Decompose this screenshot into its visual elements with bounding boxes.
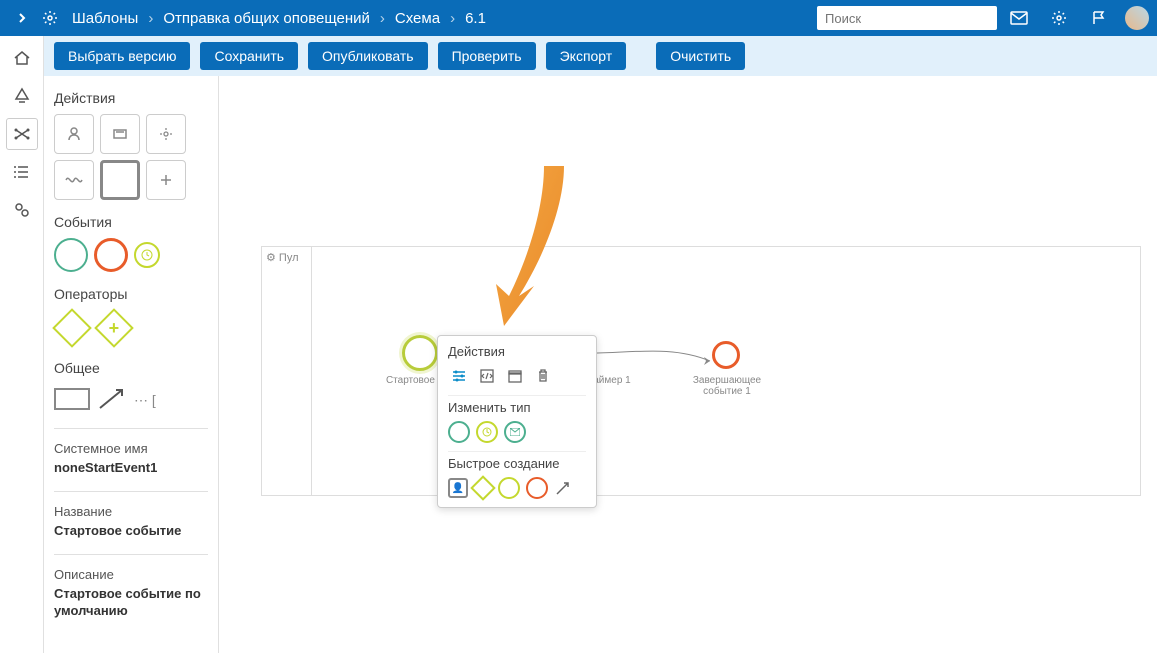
- property-desc-label: Описание: [54, 567, 208, 582]
- palette-actions-title: Действия: [54, 90, 208, 106]
- cm-delete-icon[interactable]: [532, 365, 554, 387]
- expand-sidebar-icon[interactable]: [8, 4, 36, 32]
- breadcrumb: Шаблоны › Отправка общих оповещений › Сх…: [72, 10, 817, 27]
- breadcrumb-process[interactable]: Отправка общих оповещений: [163, 10, 370, 27]
- flag-icon[interactable]: [1085, 4, 1113, 32]
- search-field[interactable]: [825, 11, 989, 26]
- clear-button[interactable]: Очистить: [656, 42, 745, 70]
- annotation-arrow: [474, 156, 594, 336]
- rail-schema-icon[interactable]: [6, 118, 38, 150]
- pool-container[interactable]: ⚙ Пул Стартовое соб аймер 1 Завершающее …: [261, 246, 1141, 496]
- user-avatar[interactable]: [1125, 6, 1149, 30]
- cm-changetype-title: Изменить тип: [448, 400, 586, 415]
- property-sysname-value: noneStartEvent1: [54, 460, 208, 477]
- cm-script-icon[interactable]: [476, 365, 498, 387]
- search-input[interactable]: [817, 6, 997, 30]
- check-button[interactable]: Проверить: [438, 42, 536, 70]
- pool-lane-header[interactable]: ⚙ Пул: [262, 247, 312, 495]
- chevron-right-icon: ›: [148, 10, 153, 27]
- cm-quickcreate-title: Быстрое создание: [448, 456, 586, 471]
- palette-general-title: Общее: [54, 360, 208, 376]
- property-name-label: Название: [54, 504, 208, 519]
- flow-shape[interactable]: [96, 386, 128, 412]
- rail-home-icon[interactable]: [6, 42, 38, 74]
- timer-event-shape[interactable]: [134, 242, 160, 268]
- rail-config-icon[interactable]: [6, 194, 38, 226]
- end-event-label: Завершающее событие 1: [677, 375, 777, 397]
- palette-events-title: События: [54, 214, 208, 230]
- script-task-shape[interactable]: [100, 114, 140, 154]
- pool-shape[interactable]: [54, 388, 90, 410]
- cm-properties-icon[interactable]: [448, 365, 470, 387]
- export-button[interactable]: Экспорт: [546, 42, 627, 70]
- breadcrumb-templates[interactable]: Шаблоны: [72, 10, 138, 27]
- mail-icon[interactable]: [1005, 4, 1033, 32]
- cm-type-message-icon[interactable]: [504, 421, 526, 443]
- end-event-shape[interactable]: [94, 238, 128, 272]
- sequence-flow[interactable]: [592, 347, 722, 377]
- property-name-value: Стартовое событие: [54, 523, 208, 540]
- settings-gear-icon[interactable]: [36, 4, 64, 32]
- node-context-menu: Действия Изменить тип: [437, 335, 597, 508]
- task-shape[interactable]: [100, 160, 140, 200]
- add-shape[interactable]: [146, 160, 186, 200]
- pool-gear-icon[interactable]: ⚙ Пул: [266, 251, 299, 264]
- property-sysname-label: Системное имя: [54, 441, 208, 456]
- rail-list-icon[interactable]: [6, 156, 38, 188]
- cm-create-end-icon[interactable]: [526, 477, 548, 499]
- cm-create-gateway-icon[interactable]: [470, 475, 495, 500]
- cm-create-task-icon[interactable]: 👤: [448, 478, 468, 498]
- cm-create-intermediate-icon[interactable]: [498, 477, 520, 499]
- pool-label: Пул: [279, 252, 299, 264]
- chevron-right-icon: ›: [380, 10, 385, 27]
- chevron-right-icon: ›: [450, 10, 455, 27]
- cm-type-none-icon[interactable]: [448, 421, 470, 443]
- service-task-shape[interactable]: [146, 114, 186, 154]
- start-event-shape[interactable]: [54, 238, 88, 272]
- gateway-shape[interactable]: [52, 308, 92, 348]
- end-event-node[interactable]: [712, 341, 740, 369]
- subprocess-shape[interactable]: [54, 160, 94, 200]
- rail-hierarchy-icon[interactable]: [6, 80, 38, 112]
- admin-gear-icon[interactable]: [1045, 4, 1073, 32]
- palette-operators-title: Операторы: [54, 286, 208, 302]
- select-version-button[interactable]: Выбрать версию: [54, 42, 190, 70]
- breadcrumb-version[interactable]: 6.1: [465, 10, 486, 27]
- user-task-shape[interactable]: [54, 114, 94, 154]
- cm-type-timer-icon[interactable]: [476, 421, 498, 443]
- breadcrumb-schema[interactable]: Схема: [395, 10, 440, 27]
- annotation-shape[interactable]: ⋯ [: [134, 392, 156, 412]
- cm-actions-title: Действия: [448, 344, 586, 359]
- cm-archive-icon[interactable]: [504, 365, 526, 387]
- parallel-gateway-shape[interactable]: +: [94, 308, 134, 348]
- save-button[interactable]: Сохранить: [200, 42, 298, 70]
- cm-create-flow-icon[interactable]: [554, 479, 572, 497]
- property-desc-value: Стартовое событие по умолчанию: [54, 586, 208, 620]
- start-event-node[interactable]: [402, 335, 438, 371]
- publish-button[interactable]: Опубликовать: [308, 42, 428, 70]
